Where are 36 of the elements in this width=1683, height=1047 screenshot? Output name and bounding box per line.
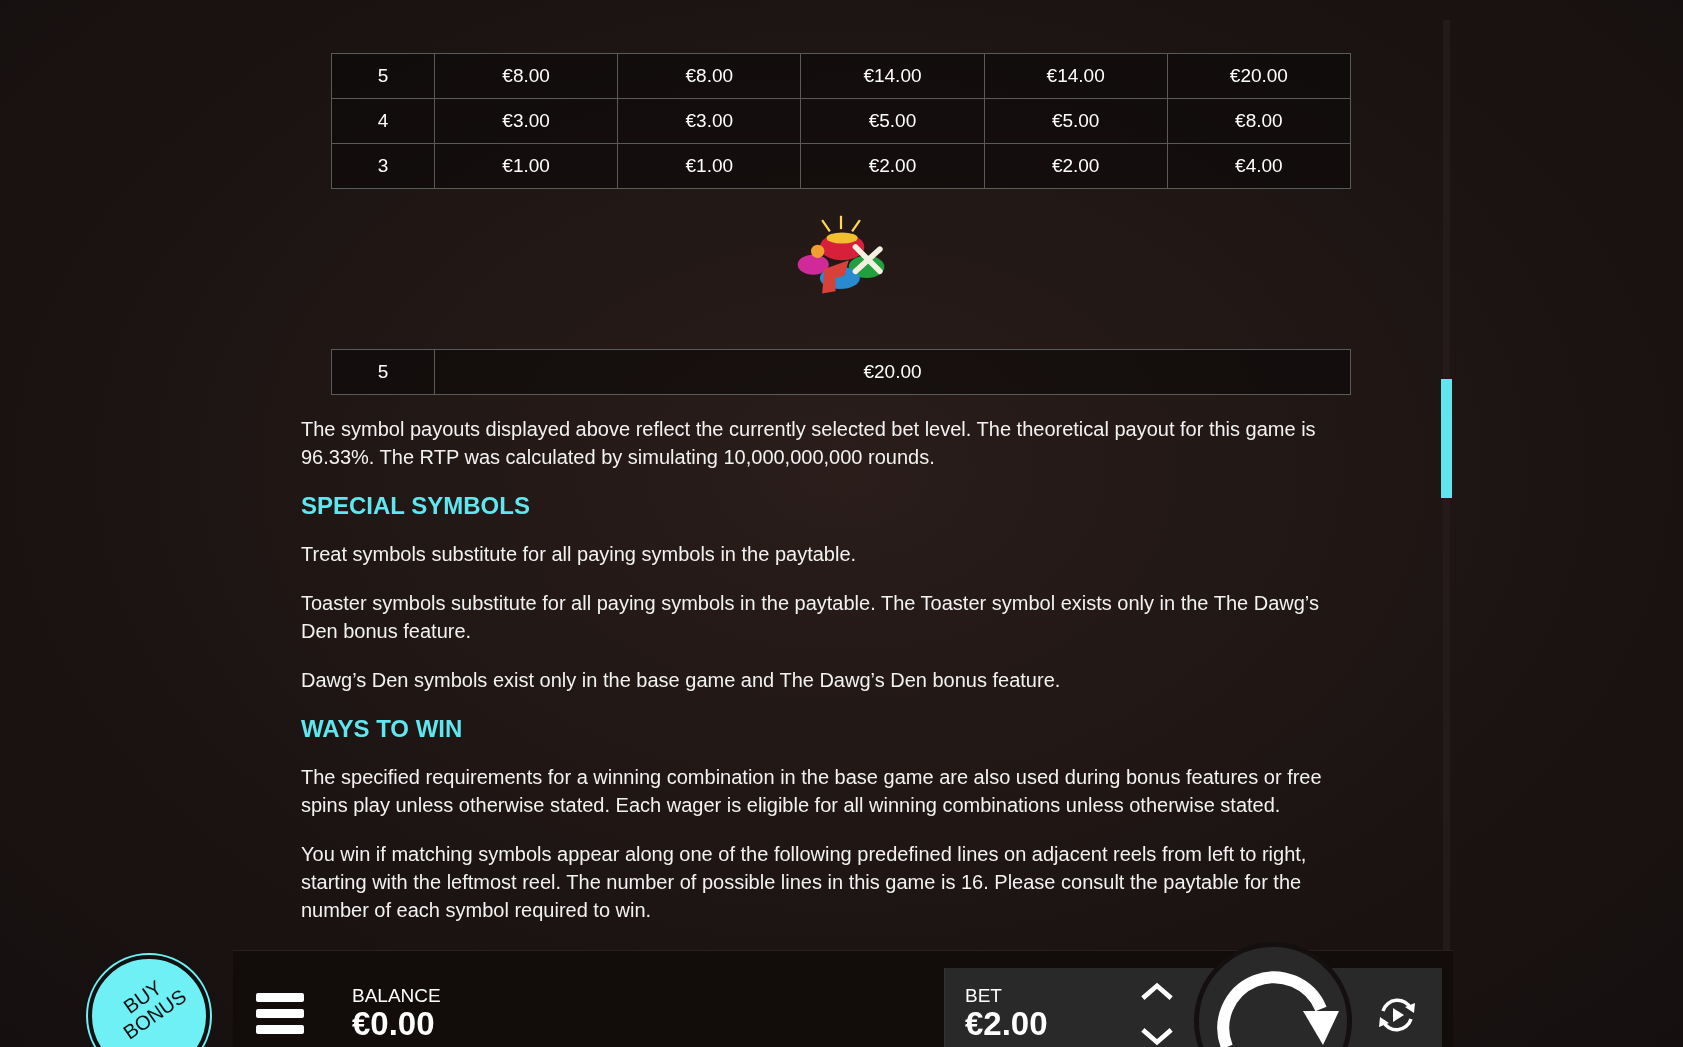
chevron-down-icon[interactable]: [1140, 1027, 1174, 1046]
table-cell: 5: [331, 349, 435, 395]
table-cell: €8.00: [434, 53, 618, 99]
section-heading: SPECIAL SYMBOLS: [301, 492, 531, 520]
table-cell: €5.00: [984, 98, 1168, 144]
paragraph: The specified requirements for a winning combination in the base game are also used during bonus features or free spins play unless otherwise stated. Each wager is eligible for all winning combinations unless otherwise stated.: [301, 765, 1323, 818]
table-cell: €1.00: [617, 143, 801, 189]
table-cell: €8.00: [617, 53, 801, 99]
paragraph: You win if matching symbols appear along one of the following predefined lines on adjacent reels from left to right, starting with the leftmost reel. The number of possible lines in this game is 16. Please consult the paytable for the number of each symbol required to win.: [301, 842, 1308, 923]
table-cell: €3.00: [617, 98, 801, 144]
paragraph: The symbol payouts displayed above reflect the currently selected bet level. The theoretical payout for this game is 96.33%. The RTP was calculated by simulating 10,000,000,000 rounds.: [301, 417, 1317, 470]
table-cell: €2.00: [800, 143, 985, 189]
table-cell: €8.00: [1167, 98, 1351, 144]
table-cell: 4: [331, 98, 435, 144]
table-cell: €20.00: [434, 349, 1351, 395]
bet-label: BET: [965, 986, 1003, 1006]
table-cell: 3: [331, 143, 435, 189]
table-cell: €5.00: [800, 98, 985, 144]
menu-icon[interactable]: [256, 993, 304, 1035]
section-heading: WAYS TO WIN: [301, 715, 464, 743]
table-cell: €1.00: [434, 143, 618, 189]
balance-label: BALANCE: [352, 986, 441, 1006]
table-cell: €4.00: [1167, 143, 1351, 189]
paragraph: Treat symbols substitute for all paying symbols in the paytable.: [301, 542, 858, 567]
table-cell: €14.00: [984, 53, 1168, 99]
paragraph: Dawg’s Den symbols exist only in the base game and The Dawg’s Den bonus feature.: [301, 668, 1062, 693]
chevron-up-icon[interactable]: [1140, 982, 1174, 1001]
table-cell: €3.00: [434, 98, 618, 144]
balance-value: €0.00: [352, 1006, 436, 1042]
bet-value: €2.00: [965, 1006, 1048, 1042]
table-cell: €20.00: [1167, 53, 1351, 99]
table-cell: €14.00: [800, 53, 985, 99]
table-cell: 5: [331, 53, 435, 99]
scrollbar-thumb[interactable]: [1441, 379, 1452, 498]
paragraph: Toaster symbols substitute for all paying symbols in the paytable. The Toaster symbol exists only in the The Dawg’s Den bonus feature.: [301, 591, 1320, 644]
table-cell: €2.00: [984, 143, 1168, 189]
